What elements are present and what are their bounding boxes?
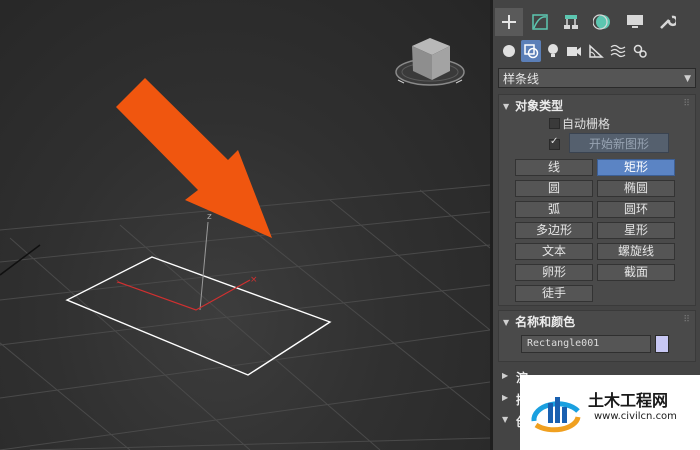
collapse-triangle-icon: ▼ bbox=[503, 318, 510, 327]
category-dropdown-value: 样条线 bbox=[503, 72, 540, 86]
z-axis-label: z bbox=[207, 212, 212, 222]
collapse-triangle-icon: ▼ bbox=[502, 415, 509, 424]
camera-icon bbox=[567, 47, 581, 56]
section-button[interactable]: 截面 bbox=[597, 264, 675, 281]
hierarchy-tab[interactable] bbox=[557, 8, 585, 36]
object-color-swatch[interactable] bbox=[655, 335, 669, 353]
plus-icon bbox=[502, 15, 516, 29]
shapes-button[interactable] bbox=[521, 40, 541, 62]
expand-triangle-icon: ▶ bbox=[502, 371, 509, 380]
object-name-input[interactable]: Rectangle001 bbox=[521, 335, 651, 353]
collapse-triangle-icon: ▼ bbox=[503, 102, 510, 111]
object-type-header[interactable]: ▼ 对象类型 bbox=[503, 97, 563, 114]
panel-tabs bbox=[493, 8, 700, 38]
expand-triangle-icon: ▶ bbox=[502, 393, 509, 402]
helix-button[interactable]: 螺旋线 bbox=[597, 243, 675, 260]
svg-text:×: × bbox=[250, 275, 258, 285]
arc-button[interactable]: 弧 bbox=[515, 201, 593, 218]
egg-button[interactable]: 卵形 bbox=[515, 264, 593, 281]
auto-grid-label: 自动栅格 bbox=[562, 117, 611, 131]
orange-arrow-annotation bbox=[116, 78, 272, 238]
drag-handle-icon[interactable]: ⠿ bbox=[683, 315, 690, 325]
cameras-button[interactable] bbox=[564, 40, 584, 62]
systems-button[interactable] bbox=[630, 40, 650, 62]
modify-tab[interactable] bbox=[526, 8, 554, 36]
name-and-color-rollout: ▼ 名称和颜色 ⠿ Rectangle001 bbox=[498, 310, 696, 362]
watermark-title: 土木工程网 bbox=[588, 391, 669, 410]
create-categories bbox=[493, 40, 700, 64]
wrench-icon bbox=[660, 15, 676, 29]
object-type-rollout: ▼对象类型 ⠿ 自动栅格 开始新图形 线 矩形 圆 椭圆 弧 圆环 多边形 星形… bbox=[498, 94, 696, 306]
helpers-button[interactable] bbox=[586, 40, 606, 62]
freehand-button[interactable]: 徒手 bbox=[515, 285, 593, 302]
ellipse-button[interactable]: 椭圆 bbox=[597, 180, 675, 197]
space-warp-icon bbox=[610, 44, 626, 58]
viewcube-icon[interactable] bbox=[395, 38, 465, 86]
rectangle-button[interactable]: 矩形 bbox=[597, 159, 675, 176]
star-button[interactable]: 星形 bbox=[597, 222, 675, 239]
start-new-shape-checkbox[interactable] bbox=[549, 136, 560, 150]
geometry-sphere-icon bbox=[503, 45, 515, 57]
space-warps-button[interactable] bbox=[608, 40, 628, 62]
category-dropdown[interactable]: 样条线 ▼ bbox=[498, 68, 696, 88]
start-new-shape-button[interactable]: 开始新图形 bbox=[569, 133, 669, 153]
drag-handle-icon[interactable]: ⠿ bbox=[683, 99, 690, 109]
geometry-button[interactable] bbox=[499, 40, 519, 62]
display-icon bbox=[627, 15, 643, 28]
transform-gizmo[interactable]: × › bbox=[116, 221, 258, 311]
systems-icon bbox=[633, 44, 647, 58]
civilcn-logo-icon bbox=[531, 397, 581, 433]
motion-icon bbox=[593, 14, 610, 30]
light-bulb-icon bbox=[548, 44, 558, 57]
display-tab[interactable] bbox=[621, 8, 649, 36]
watermark-url: www.civilcn.com bbox=[594, 411, 677, 422]
perspective-viewport[interactable]: × › z bbox=[0, 0, 490, 450]
curve-edit-icon bbox=[532, 14, 548, 30]
chevron-down-icon: ▼ bbox=[684, 74, 691, 84]
circle-button[interactable]: 圆 bbox=[515, 180, 593, 197]
motion-tab[interactable] bbox=[589, 8, 617, 36]
world-axis-line bbox=[0, 244, 41, 276]
auto-grid-checkbox[interactable] bbox=[549, 118, 560, 129]
donut-button[interactable]: 圆环 bbox=[597, 201, 675, 218]
create-tab[interactable] bbox=[495, 8, 523, 36]
svg-text:›: › bbox=[116, 277, 119, 286]
name-and-color-header[interactable]: ▼ 名称和颜色 bbox=[503, 313, 575, 330]
hierarchy-icon bbox=[564, 15, 578, 29]
site-watermark: 土木工程网 www.civilcn.com bbox=[520, 375, 700, 450]
line-button[interactable]: 线 bbox=[515, 159, 593, 176]
text-button[interactable]: 文本 bbox=[515, 243, 593, 260]
viewport-scene: × › z bbox=[0, 38, 490, 450]
helper-icon bbox=[589, 44, 604, 58]
ngon-button[interactable]: 多边形 bbox=[515, 222, 593, 239]
lights-button[interactable] bbox=[543, 40, 563, 62]
shapes-icon bbox=[524, 44, 539, 59]
utilities-tab[interactable] bbox=[653, 8, 681, 36]
